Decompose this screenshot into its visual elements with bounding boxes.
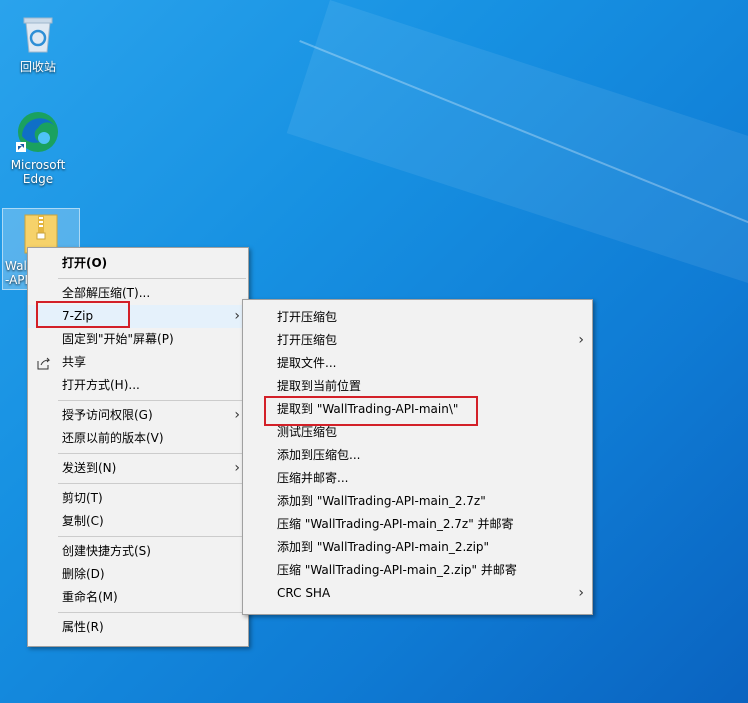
menu-item-label: 打开压缩包 — [277, 333, 338, 347]
chevron-right-icon: › — [234, 308, 240, 324]
menu-separator — [58, 612, 246, 613]
menu-item-label: 固定到"开始"屏幕(P) — [62, 332, 174, 346]
submenu-item-add-to-zip[interactable]: 添加到 "WallTrading-API-main_2.zip" — [243, 536, 592, 559]
menu-item-label: 授予访问权限(G) — [62, 408, 153, 422]
menu-item-delete[interactable]: 删除(D) — [28, 563, 248, 586]
chevron-right-icon: › — [234, 460, 240, 476]
submenu-item-add-to-archive[interactable]: 添加到压缩包... — [243, 444, 592, 467]
submenu-item-compress-zip-email[interactable]: 压缩 "WallTrading-API-main_2.zip" 并邮寄 — [243, 559, 592, 582]
menu-item-grant-access[interactable]: 授予访问权限(G) › — [28, 404, 248, 427]
submenu-item-add-to-7z[interactable]: 添加到 "WallTrading-API-main_2.7z" — [243, 490, 592, 513]
submenu-item-compress-7z-email[interactable]: 压缩 "WallTrading-API-main_2.7z" 并邮寄 — [243, 513, 592, 536]
menu-item-label: 添加到压缩包... — [277, 448, 361, 462]
desktop-icon-edge[interactable]: Microsoft Edge — [0, 108, 76, 186]
menu-item-copy[interactable]: 复制(C) — [28, 510, 248, 533]
menu-item-label: 共享 — [62, 355, 87, 369]
menu-item-label: 打开压缩包 — [277, 310, 338, 324]
menu-item-restore-versions[interactable]: 还原以前的版本(V) — [28, 427, 248, 450]
menu-item-label: 属性(R) — [62, 620, 104, 634]
submenu-item-extract-files[interactable]: 提取文件... — [243, 352, 592, 375]
menu-item-label: 剪切(T) — [62, 491, 103, 505]
menu-item-open[interactable]: 打开(O) — [28, 252, 248, 275]
menu-item-label: 复制(C) — [62, 514, 104, 528]
annotation-highlight-7zip — [36, 301, 130, 328]
menu-item-label: 打开(O) — [62, 256, 108, 270]
menu-separator — [58, 400, 246, 401]
menu-item-open-with[interactable]: 打开方式(H)... — [28, 374, 248, 397]
menu-item-label: 测试压缩包 — [277, 425, 338, 439]
submenu-item-crc-sha[interactable]: CRC SHA › — [243, 582, 592, 605]
menu-item-label: 还原以前的版本(V) — [62, 431, 164, 445]
menu-item-send-to[interactable]: 发送到(N) › — [28, 457, 248, 480]
chevron-right-icon: › — [234, 407, 240, 423]
annotation-highlight-extract-to — [264, 396, 478, 426]
menu-separator — [58, 453, 246, 454]
chevron-right-icon: › — [578, 585, 584, 601]
menu-item-share[interactable]: 共享 — [28, 351, 248, 374]
submenu-item-open-archive[interactable]: 打开压缩包 — [243, 306, 592, 329]
menu-item-label: 重命名(M) — [62, 590, 118, 604]
edge-icon — [14, 108, 62, 156]
menu-item-label: 压缩 "WallTrading-API-main_2.7z" 并邮寄 — [277, 517, 514, 531]
menu-separator — [58, 536, 246, 537]
desktop-light-beam — [286, 0, 748, 319]
menu-item-cut[interactable]: 剪切(T) — [28, 487, 248, 510]
menu-item-label: 全部解压缩(T)... — [62, 286, 151, 300]
menu-item-label: CRC SHA — [277, 586, 331, 600]
menu-item-pin-start[interactable]: 固定到"开始"屏幕(P) — [28, 328, 248, 351]
menu-item-label: 添加到 "WallTrading-API-main_2.zip" — [277, 540, 490, 554]
menu-item-properties[interactable]: 属性(R) — [28, 616, 248, 639]
desktop-icon-recycle-bin[interactable]: 回收站 — [0, 8, 76, 75]
submenu-7zip: 打开压缩包 打开压缩包 › 提取文件... 提取到当前位置 提取到 "WallT… — [242, 299, 593, 615]
menu-item-label: 创建快捷方式(S) — [62, 544, 151, 558]
menu-item-label: 添加到 "WallTrading-API-main_2.7z" — [277, 494, 486, 508]
menu-item-label: 提取到当前位置 — [277, 379, 362, 393]
chevron-right-icon: › — [578, 332, 584, 348]
share-icon — [36, 355, 52, 371]
menu-item-rename[interactable]: 重命名(M) — [28, 586, 248, 609]
menu-item-label: 发送到(N) — [62, 461, 117, 475]
submenu-item-extract-here[interactable]: 提取到当前位置 — [243, 375, 592, 398]
desktop-icon-label: Microsoft Edge — [10, 158, 66, 186]
menu-separator — [58, 483, 246, 484]
menu-item-label: 打开方式(H)... — [62, 378, 140, 392]
submenu-item-compress-email[interactable]: 压缩并邮寄... — [243, 467, 592, 490]
menu-item-label: 提取文件... — [277, 356, 337, 370]
menu-item-label: 压缩并邮寄... — [277, 471, 349, 485]
desktop-icon-label: 回收站 — [19, 60, 56, 74]
menu-item-label: 压缩 "WallTrading-API-main_2.zip" 并邮寄 — [277, 563, 517, 577]
menu-separator — [58, 278, 246, 279]
menu-item-create-shortcut[interactable]: 创建快捷方式(S) — [28, 540, 248, 563]
menu-item-label: 删除(D) — [62, 567, 105, 581]
recycle-bin-icon — [14, 8, 62, 56]
submenu-item-open-archive-more[interactable]: 打开压缩包 › — [243, 329, 592, 352]
